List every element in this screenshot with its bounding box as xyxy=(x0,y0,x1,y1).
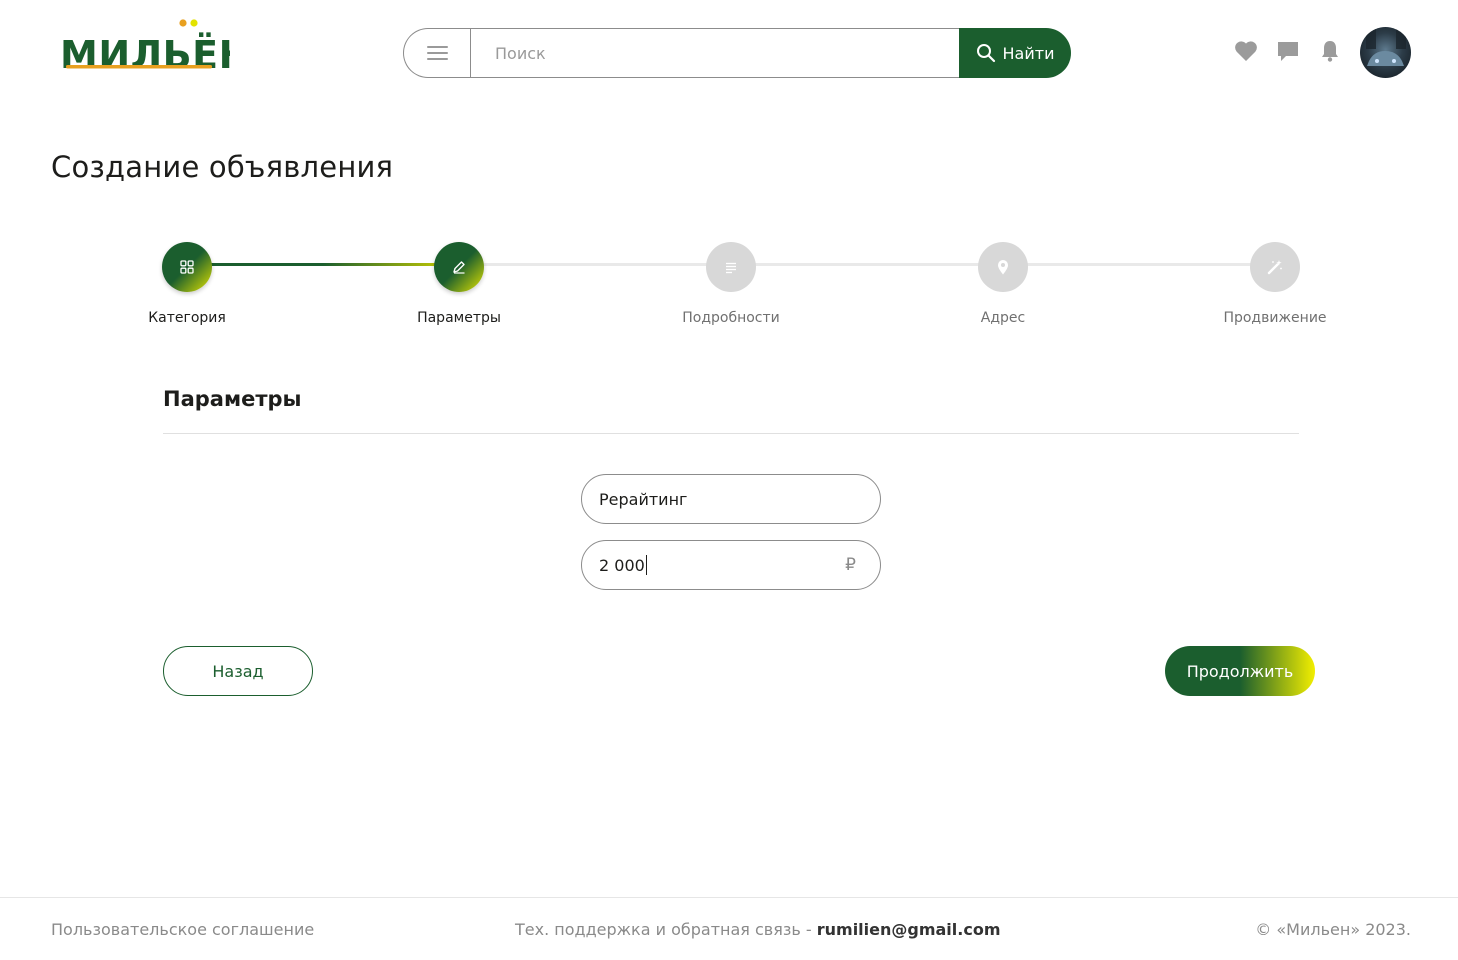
step-label-details: Подробности xyxy=(682,310,780,326)
service-type-value: Рерайтинг xyxy=(599,489,688,509)
user-agreement-link[interactable]: Пользовательское соглашение xyxy=(51,920,314,939)
location-pin-icon xyxy=(998,260,1008,275)
step-label-parameters: Параметры xyxy=(417,310,501,326)
notifications-button[interactable] xyxy=(1317,38,1342,63)
favorites-button[interactable] xyxy=(1233,38,1258,63)
logo-graphic: МИЛЬЁН xyxy=(60,19,250,77)
grid-icon xyxy=(180,260,194,274)
support-info: Тех. поддержка и обратная связь - rumili… xyxy=(515,920,1001,939)
footer-divider xyxy=(0,897,1458,898)
copyright: © «Мильен» 2023. xyxy=(1255,920,1411,939)
step-parameters[interactable] xyxy=(434,242,484,292)
price-field[interactable]: 2 000 ₽ xyxy=(581,540,881,590)
support-text: Тех. поддержка и обратная связь - xyxy=(515,920,817,939)
step-address[interactable] xyxy=(978,242,1028,292)
avatar[interactable] xyxy=(1360,27,1411,78)
search-bar: Найти xyxy=(403,28,1071,78)
search-input[interactable] xyxy=(470,28,961,78)
service-type-field[interactable]: Рерайтинг xyxy=(581,474,881,524)
step-label-promotion: Продвижение xyxy=(1223,310,1327,326)
step-promotion[interactable] xyxy=(1250,242,1300,292)
step-label-category: Категория xyxy=(148,310,226,326)
step-category[interactable] xyxy=(162,242,212,292)
pencil-icon xyxy=(453,261,465,274)
bell-icon xyxy=(1321,40,1338,62)
menu-button[interactable] xyxy=(403,28,470,78)
header-actions xyxy=(1233,38,1342,63)
logo[interactable]: МИЛЬЁН xyxy=(58,18,250,77)
menu-icon xyxy=(426,46,448,60)
messages-button[interactable] xyxy=(1275,38,1300,63)
chat-icon xyxy=(1277,41,1298,61)
section-divider xyxy=(163,433,1299,434)
ruble-icon: ₽ xyxy=(845,555,856,575)
section-title: Параметры xyxy=(163,387,302,411)
continue-button[interactable]: Продолжить xyxy=(1165,646,1315,696)
step-label-address: Адрес xyxy=(980,310,1026,326)
step-details[interactable] xyxy=(706,242,756,292)
magic-wand-icon xyxy=(1267,260,1282,275)
back-button[interactable]: Назад xyxy=(163,646,313,696)
stepper-progress xyxy=(187,263,459,266)
lines-icon xyxy=(726,262,736,274)
heart-icon xyxy=(1234,40,1257,61)
search-button[interactable]: Найти xyxy=(959,28,1071,78)
search-icon xyxy=(976,44,995,63)
page-title: Создание объявления xyxy=(51,150,394,184)
support-email-link[interactable]: rumilien@gmail.com xyxy=(817,920,1001,939)
price-value: 2 000 xyxy=(599,555,645,575)
text-cursor xyxy=(645,555,647,575)
search-button-label: Найти xyxy=(1002,43,1055,63)
avatar-image xyxy=(1366,27,1406,66)
